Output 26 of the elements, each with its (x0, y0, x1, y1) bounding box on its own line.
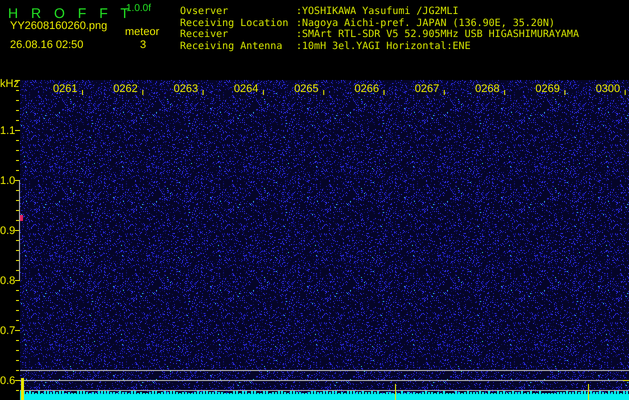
info-value: :10mH 3el.YAGI Horizontal:ENE (296, 41, 471, 53)
y-tick-label: 1.1 (0, 125, 16, 137)
time-label: 0269 (535, 83, 560, 95)
meteor-echo (20, 215, 23, 221)
info-value: :SMArt RTL-SDR V5 52.905MHz USB HIGASHIMURAYAMA (296, 29, 579, 41)
info-label: Receiving Antenna (180, 41, 284, 53)
y-tick-label: 0.8 (0, 275, 16, 287)
y-tick-label: 1.0 (0, 175, 16, 187)
time-label: 0300 (596, 83, 620, 95)
date-time: 26.08.16 02:50 (10, 40, 84, 51)
info-label: Receiver (180, 29, 230, 41)
info-value: :YOSHIKAWA Yasufumi /JG2MLI (296, 6, 459, 18)
version-label: 1.0.0f (126, 4, 152, 14)
axis-unit: kHz (0, 78, 19, 90)
info-label: Ovserver (180, 6, 230, 18)
y-tick-label: 0.9 (0, 225, 16, 237)
y-tick-label: 0.6 (0, 375, 16, 387)
time-label: 0261 (53, 83, 78, 95)
file-name: YY2608160260.png (10, 21, 108, 32)
info-value: :Nagoya Aichi-pref. JAPAN (136.90E, 35.20N) (296, 18, 555, 30)
time-label: 0264 (234, 83, 258, 95)
counter-label: meteor (125, 27, 160, 38)
info-label: Receiving Location (180, 18, 290, 29)
y-tick-label: 0.7 (0, 325, 16, 337)
time-label: 0262 (113, 83, 138, 95)
counter-value: 3 (140, 40, 146, 51)
